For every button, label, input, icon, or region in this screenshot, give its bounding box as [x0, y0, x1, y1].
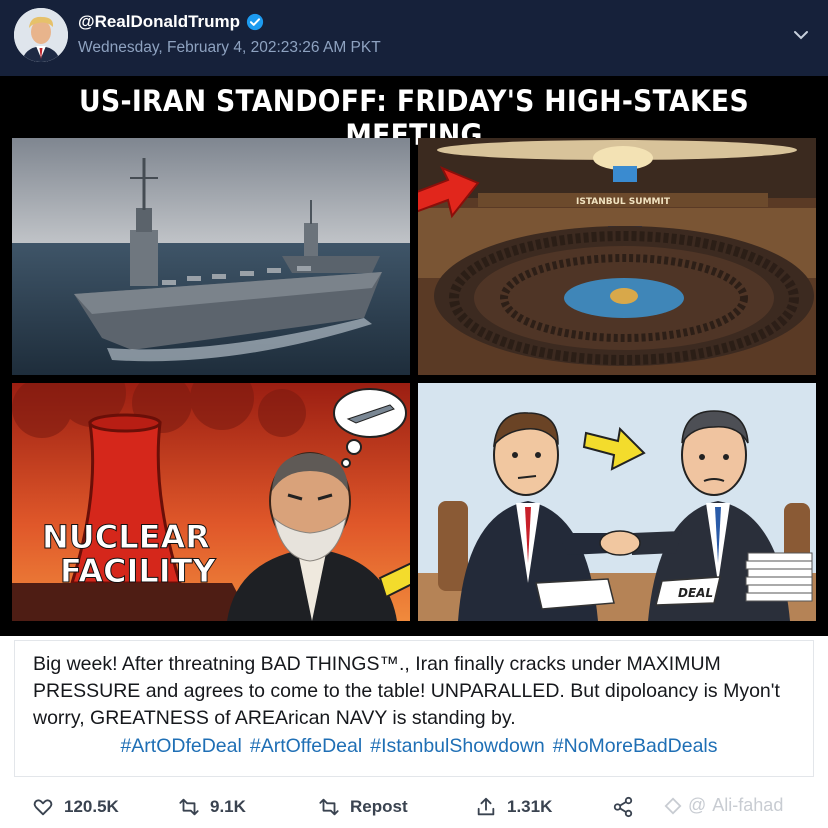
retweet-button[interactable]: 9.1K	[178, 796, 246, 818]
repost-icon	[319, 798, 339, 816]
watermark-text: Ali-fahad	[712, 795, 784, 815]
hashtag-link[interactable]: #ArtODfeDeal	[120, 735, 241, 758]
hashtag-link[interactable]: #NoMoreBadDeals	[553, 735, 718, 758]
carrier-panel	[12, 138, 410, 375]
hashtag-link[interactable]: #IstanbulShowdown	[370, 735, 545, 758]
retweet-icon	[179, 798, 199, 816]
summit-sign: ISTANBUL SUMMIT	[576, 197, 671, 207]
heart-icon	[33, 799, 53, 816]
nuclear-panel: NUCLEAR FACILITY	[12, 383, 410, 621]
summit-panel: ISTANBUL SUMMIT	[418, 138, 816, 375]
post-image[interactable]: US-IRAN STANDOFF: FRIDAY'S HIGH-STAKES M…	[0, 76, 828, 636]
repost-button[interactable]: Repost	[318, 796, 408, 818]
upload-icon	[477, 797, 495, 816]
deal-panel: DEAL	[418, 383, 816, 621]
profile-avatar[interactable]	[14, 8, 68, 62]
send-button[interactable]	[612, 796, 634, 818]
repost-label: Repost	[350, 797, 408, 816]
deal-label: DEAL	[678, 586, 713, 600]
hashtag-link[interactable]: #ArtOffeDeal	[250, 735, 362, 758]
share-nodes-icon	[613, 796, 633, 818]
nuclear-label-line2: FACILITY	[60, 552, 216, 590]
share-button[interactable]: 1.31K	[475, 796, 552, 818]
handle-text[interactable]: @RealDonaldTrump	[78, 12, 240, 32]
watermark: @ Ali-fahad	[664, 795, 783, 816]
at-sign-icon: @	[688, 795, 707, 815]
retweet-count: 9.1K	[210, 797, 246, 816]
nuclear-label-line1: NUCLEAR	[42, 518, 210, 556]
tweet-header: @RealDonaldTrump Wednesday, February 4, …	[0, 0, 828, 76]
post-timestamp: Wednesday, February 4, 202:23:26 AM PKT	[78, 39, 381, 56]
tweet-text: Big week! After threatning BAD THINGS™.,…	[33, 653, 780, 729]
tweet-body: Big week! After threatning BAD THINGS™.,…	[14, 640, 814, 777]
chevron-down-icon[interactable]	[792, 26, 810, 44]
share-count: 1.31K	[507, 797, 553, 816]
like-count: 120.5K	[64, 797, 119, 816]
diamond-logo-icon	[664, 797, 682, 814]
account-handle[interactable]: @RealDonaldTrump	[78, 12, 264, 32]
verified-badge-icon	[246, 13, 264, 31]
like-button[interactable]: 120.5K	[32, 796, 119, 818]
hashtag-list: #ArtODfeDeal #ArtOffeDeal #IstanbulShowd…	[29, 735, 809, 758]
